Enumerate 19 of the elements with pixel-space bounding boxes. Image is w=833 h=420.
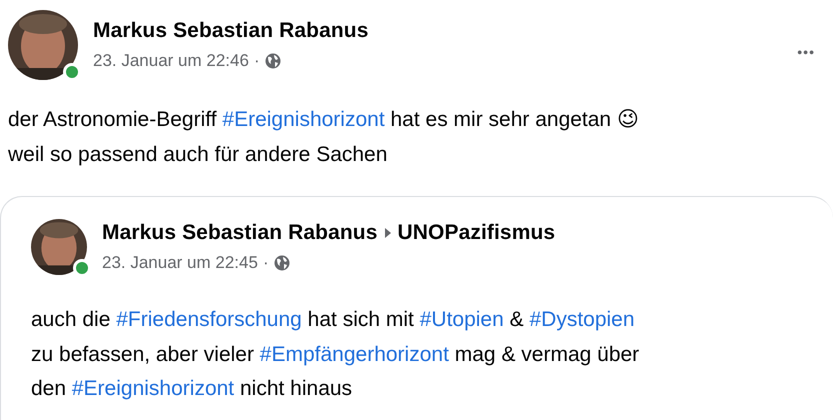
post-text: der Astronomie-Begriff #Ereignishorizont hat es mir sehr angetan 😉 weil so passend auch für andere Sachen bbox=[8, 107, 640, 168]
separator-dot: · bbox=[262, 253, 269, 273]
globe-icon bbox=[274, 255, 290, 271]
author-name[interactable]: Markus Sebastian Rabanus bbox=[102, 221, 378, 245]
caret-icon bbox=[384, 227, 392, 239]
more-options-button[interactable]: ••• bbox=[793, 40, 819, 64]
post-date[interactable]: 23. Januar um 22:45 bbox=[102, 253, 258, 273]
hashtag-link[interactable]: #Ereignishorizont bbox=[222, 108, 385, 131]
hashtag-link[interactable]: #Friedensforschung bbox=[116, 308, 302, 331]
post-date[interactable]: 23. Januar um 22:46 bbox=[93, 51, 249, 71]
hashtag-link[interactable]: #Utopien bbox=[420, 308, 504, 331]
separator-dot: · bbox=[254, 51, 260, 71]
globe-icon bbox=[264, 53, 281, 69]
hashtag-link[interactable]: #Empfängerhorizont bbox=[260, 342, 449, 366]
group-name[interactable]: UNOPazifismus bbox=[398, 221, 556, 245]
hashtag-link[interactable]: #Dystopien bbox=[529, 308, 635, 331]
hashtag-link[interactable]: #Ereignishorizont bbox=[72, 377, 234, 400]
post-text: auch die #Friedensforschung hat sich mit #Utopien & #Dystopien zu befassen, aber vieler #Empfängerhorizont mag & vermag über den #Ereignishorizont nicht hinaus bbox=[31, 307, 640, 402]
author-name[interactable]: Markus Sebastian Rabanus bbox=[93, 19, 368, 43]
